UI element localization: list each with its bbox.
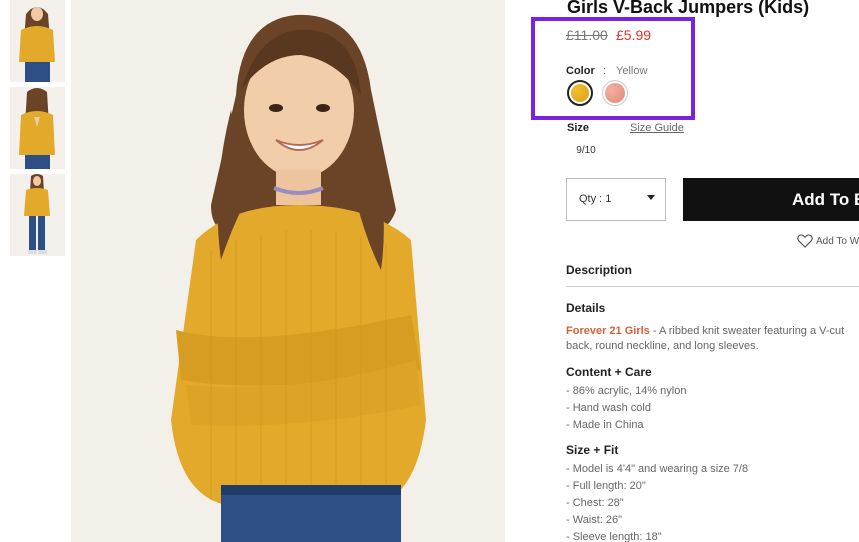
add-to-bag-button[interactable]: Add To Bag bbox=[683, 178, 859, 221]
pink-swatch-fill bbox=[605, 83, 625, 103]
color-swatch-yellow[interactable] bbox=[567, 80, 593, 106]
size-fit-item: - Waist: 26" bbox=[566, 514, 623, 526]
add-to-wishlist-link[interactable]: Add To Wishlist bbox=[797, 234, 859, 248]
content-care-item: - Made in China bbox=[566, 419, 644, 431]
size-label: Size bbox=[567, 122, 590, 134]
product-thumbnail-image bbox=[10, 87, 65, 169]
thumbnail-back[interactable] bbox=[10, 87, 65, 169]
selected-color-name: Yellow bbox=[616, 65, 648, 77]
size-option-9-10[interactable]: 9/10 bbox=[566, 138, 606, 162]
wishlist-label: Add To Wishlist bbox=[816, 235, 859, 247]
product-title: Girls V-Back Jumpers (Kids) bbox=[567, 0, 810, 17]
size-fit-item: - Full length: 20" bbox=[566, 480, 646, 492]
description-divider bbox=[566, 286, 859, 287]
color-separator: : bbox=[603, 65, 607, 77]
size-fit-heading: Size + Fit bbox=[566, 443, 619, 457]
yellow-swatch-fill bbox=[571, 84, 589, 102]
details-text: Forever 21 Girls - A ribbed knit sweater… bbox=[566, 324, 859, 354]
color-swatch-pink[interactable] bbox=[602, 80, 628, 106]
content-care-heading: Content + Care bbox=[566, 365, 652, 379]
original-price: £11.00 bbox=[566, 27, 608, 43]
sale-price: £5.99 bbox=[616, 27, 652, 43]
product-thumbnail-image bbox=[10, 0, 65, 82]
caret-down-icon bbox=[647, 195, 655, 200]
size-fit-item: - Model is 4'4" and wearing a size 7/8 bbox=[566, 463, 749, 475]
content-care-item: - 86% acrylic, 14% nylon bbox=[566, 385, 687, 397]
size-guide-link[interactable]: Size Guide bbox=[630, 122, 684, 134]
color-label: Color bbox=[566, 65, 595, 77]
size-fit-item: - Chest: 28" bbox=[566, 497, 624, 509]
main-product-image[interactable] bbox=[71, 0, 505, 542]
size-fit-item: - Sleeve length: 18" bbox=[566, 531, 662, 542]
details-heading: Details bbox=[566, 301, 606, 315]
quantity-value: Qty : 1 bbox=[579, 193, 612, 205]
description-tab[interactable]: Description bbox=[566, 263, 632, 277]
heart-icon bbox=[797, 234, 813, 248]
quantity-select[interactable]: Qty : 1 bbox=[566, 178, 666, 221]
brand-link[interactable]: Forever 21 Girls bbox=[566, 325, 650, 337]
girl-sweater-illustration bbox=[71, 0, 505, 542]
content-care-item: - Hand wash cold bbox=[566, 402, 651, 414]
product-thumbnail-image bbox=[10, 174, 65, 256]
thumbnail-full[interactable] bbox=[10, 174, 65, 256]
thumbnail-front[interactable] bbox=[10, 0, 65, 82]
